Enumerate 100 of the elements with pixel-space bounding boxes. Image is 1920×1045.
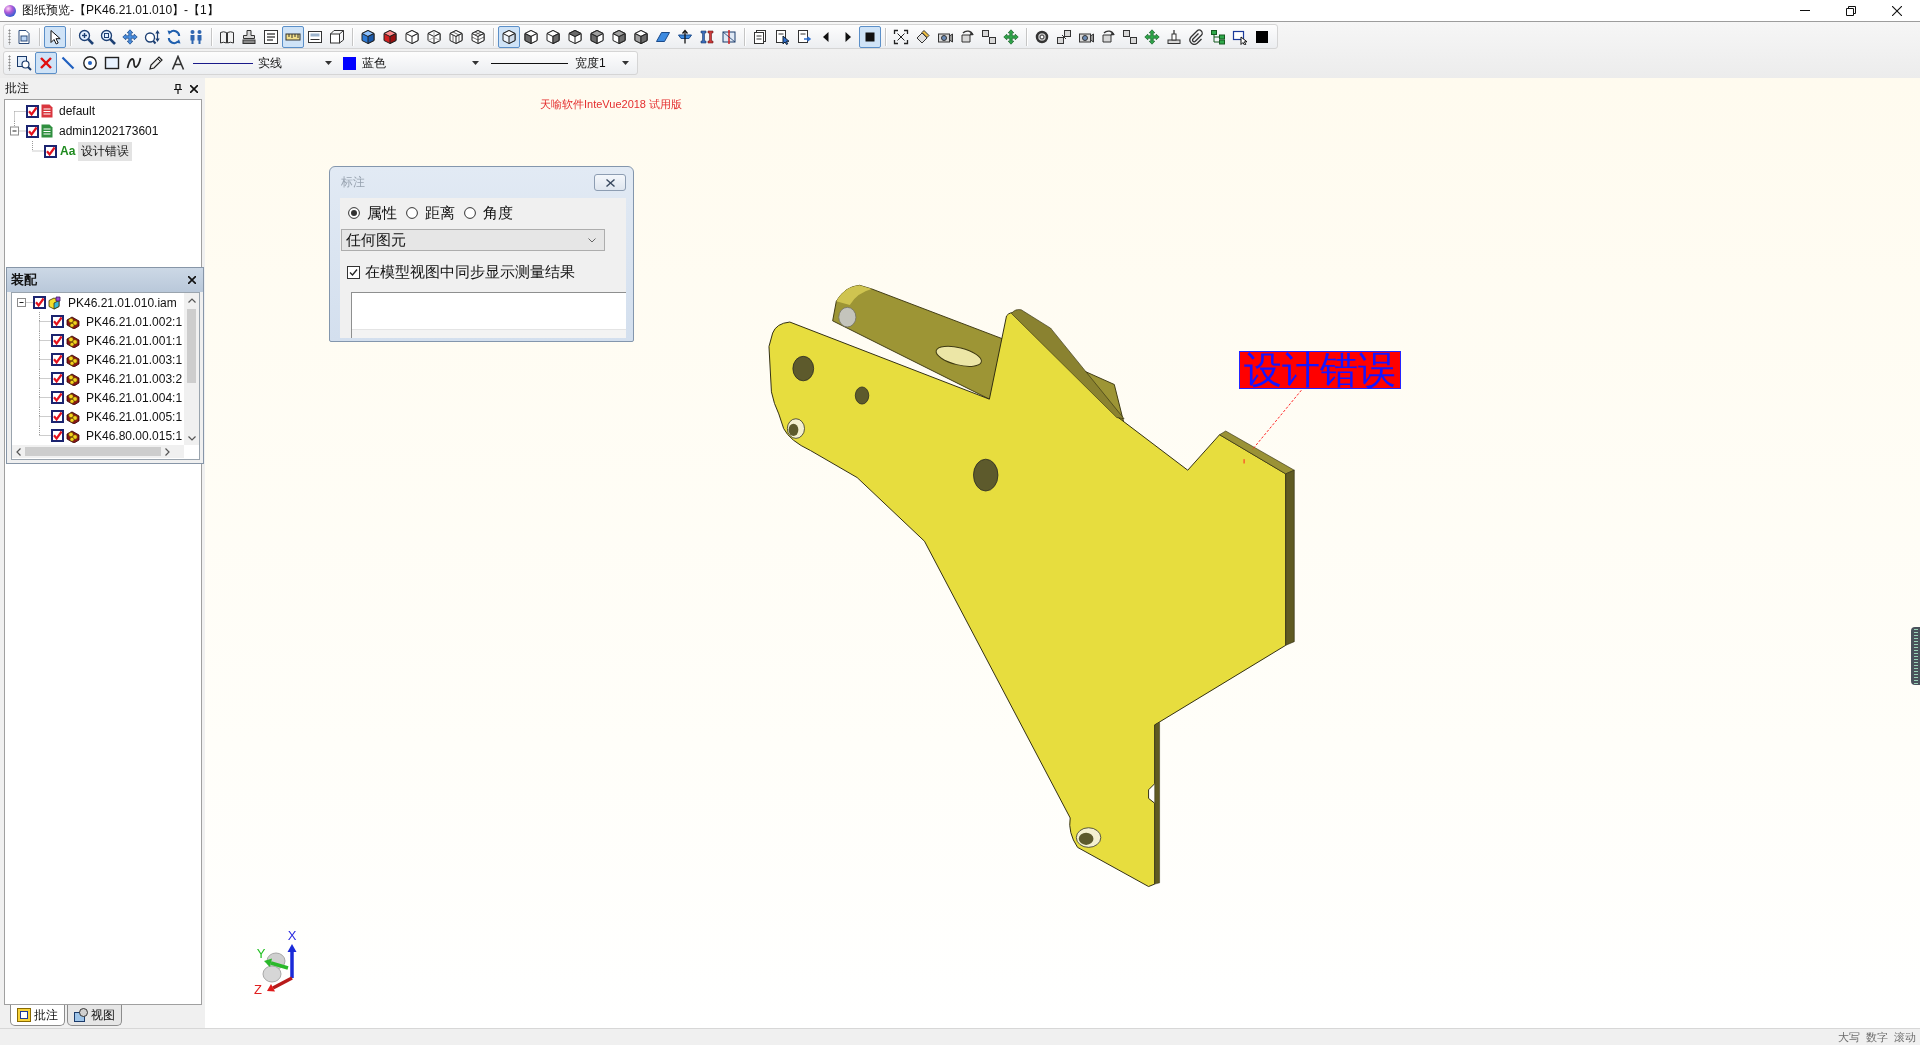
close-button[interactable] (187, 274, 197, 286)
tree-item[interactable]: PK46.21.01.010.iam (65, 294, 180, 311)
square-icon (1254, 28, 1270, 45)
radio-button[interactable] (348, 207, 360, 219)
checkbox[interactable] (51, 429, 64, 442)
checkbox[interactable] (51, 391, 64, 404)
rectangle-tool-icon (104, 55, 120, 71)
checkbox[interactable] (347, 265, 360, 279)
tree-item[interactable]: PK46.21.01.003:1 (83, 351, 184, 368)
checkbox-label[interactable]: 在模型视图中同步显示测量结果 (365, 262, 575, 282)
radio-button[interactable] (406, 207, 418, 219)
line-style-dropdown[interactable]: 实线 (193, 53, 336, 73)
view-icon (74, 1008, 88, 1022)
tree-item[interactable]: admin1202173601 (56, 123, 162, 139)
trial-notice: 天喻软件InteVue2018 试用版 (540, 97, 683, 112)
horizontal-scrollbar[interactable] (12, 445, 184, 458)
plane-arrow-icon (677, 28, 693, 45)
horizontal-scrollbar[interactable] (352, 329, 626, 338)
scrollbar-thumb[interactable] (25, 447, 161, 456)
checkbox[interactable] (51, 353, 64, 366)
split-frame-icon (721, 28, 737, 45)
panel-tab[interactable]: 视图 (67, 1005, 122, 1026)
radio-label[interactable]: 角度 (483, 203, 513, 223)
side-handle[interactable] (1911, 627, 1920, 685)
cube-view-icon (611, 28, 627, 45)
model-viewport[interactable]: 天喻软件InteVue2018 试用版 设计错误 X Y Z 标注 属性 距离 角度 任何图元 在模型视图中同步显示测量结果 (205, 78, 1920, 1028)
eraser-icon (915, 28, 931, 45)
page-arrow-icon (796, 28, 812, 45)
panel-tab[interactable]: 批注 (10, 1005, 65, 1026)
toolbar-button[interactable] (859, 25, 881, 48)
checkbox[interactable] (26, 124, 39, 138)
radio-button[interactable] (464, 207, 476, 219)
frame-icon (307, 28, 323, 45)
tree-connector (32, 141, 44, 152)
close-icon (188, 276, 196, 284)
caret-icon (622, 61, 629, 65)
toolbar-button[interactable] (498, 25, 520, 48)
text-lines-icon (263, 28, 279, 45)
mesh-cube-icon (448, 28, 464, 45)
zoom-window-icon (100, 28, 116, 45)
tree-item[interactable]: PK46.21.01.003:2 (83, 370, 184, 387)
checkbox[interactable] (51, 410, 64, 423)
scroll-down-icon (187, 436, 196, 441)
tree-item[interactable]: PK46.80.00.015:1 (83, 427, 184, 444)
tree-item[interactable]: PK46.21.01.005:1 (83, 408, 184, 425)
rotate-box-icon (959, 28, 975, 45)
line-tool-icon (60, 55, 76, 71)
line-sample-icon (193, 62, 253, 64)
tree-item[interactable]: PK46.21.01.002:1 (83, 313, 184, 330)
checkbox[interactable] (33, 296, 46, 309)
toolbar-grip[interactable] (8, 55, 11, 71)
app-icon (4, 4, 16, 17)
checkbox[interactable] (51, 315, 64, 328)
radio-label[interactable]: 距离 (425, 203, 455, 223)
line-width-dropdown[interactable]: 宽度1 (488, 53, 633, 73)
tree-item[interactable]: PK46.21.01.001:1 (83, 332, 184, 349)
vertical-scrollbar[interactable] (184, 293, 199, 445)
scrollbar-thumb[interactable] (187, 309, 196, 383)
checkbox[interactable] (51, 334, 64, 347)
linked-squares-icon (1122, 28, 1138, 45)
delete-icon (38, 55, 54, 71)
pin-button[interactable] (173, 82, 183, 95)
cube-icon (501, 28, 517, 45)
close-icon (1892, 5, 1902, 16)
toolbar-grip[interactable] (8, 28, 11, 45)
color-dropdown[interactable]: 蓝色 (341, 53, 483, 73)
wireframe-cube-icon (404, 28, 420, 45)
axis-label: Y (256, 946, 266, 961)
tree-item[interactable]: 设计错误 (78, 141, 133, 161)
toolbar-button[interactable] (44, 25, 66, 48)
page-pointer-icon (774, 28, 790, 45)
text-icon: Aa (60, 144, 76, 158)
checkbox[interactable] (44, 144, 57, 158)
checkbox[interactable] (51, 372, 64, 385)
toolbar-button[interactable] (282, 25, 304, 48)
text-tool-icon (170, 55, 186, 71)
part-icon (66, 409, 80, 424)
tree-icon (1210, 28, 1226, 45)
scroll-up-icon (187, 298, 196, 303)
part-icon (66, 428, 80, 443)
box-icon (329, 28, 345, 45)
caret-icon (588, 237, 596, 243)
close-button[interactable] (189, 82, 199, 95)
move-icon (1144, 28, 1160, 45)
axis-label: Z (254, 982, 262, 996)
minimize-icon (1800, 10, 1810, 11)
scroll-left-icon (16, 447, 21, 456)
tree-connector (39, 331, 51, 350)
filter-dropdown[interactable]: 任何图元 (341, 229, 605, 251)
tree-item[interactable]: PK46.21.01.004:1 (83, 389, 184, 406)
tree-item[interactable]: default (56, 103, 99, 119)
radio-label[interactable]: 属性 (367, 203, 397, 223)
rotate-box-icon (1100, 28, 1116, 45)
mesh-cube-icon (470, 28, 486, 45)
cube-view-icon (589, 28, 605, 45)
i-beam-icon (699, 28, 715, 45)
close-button[interactable] (594, 174, 626, 191)
panel-title: 批注 (5, 80, 29, 97)
result-field[interactable] (351, 292, 626, 338)
checkbox[interactable] (26, 104, 39, 118)
